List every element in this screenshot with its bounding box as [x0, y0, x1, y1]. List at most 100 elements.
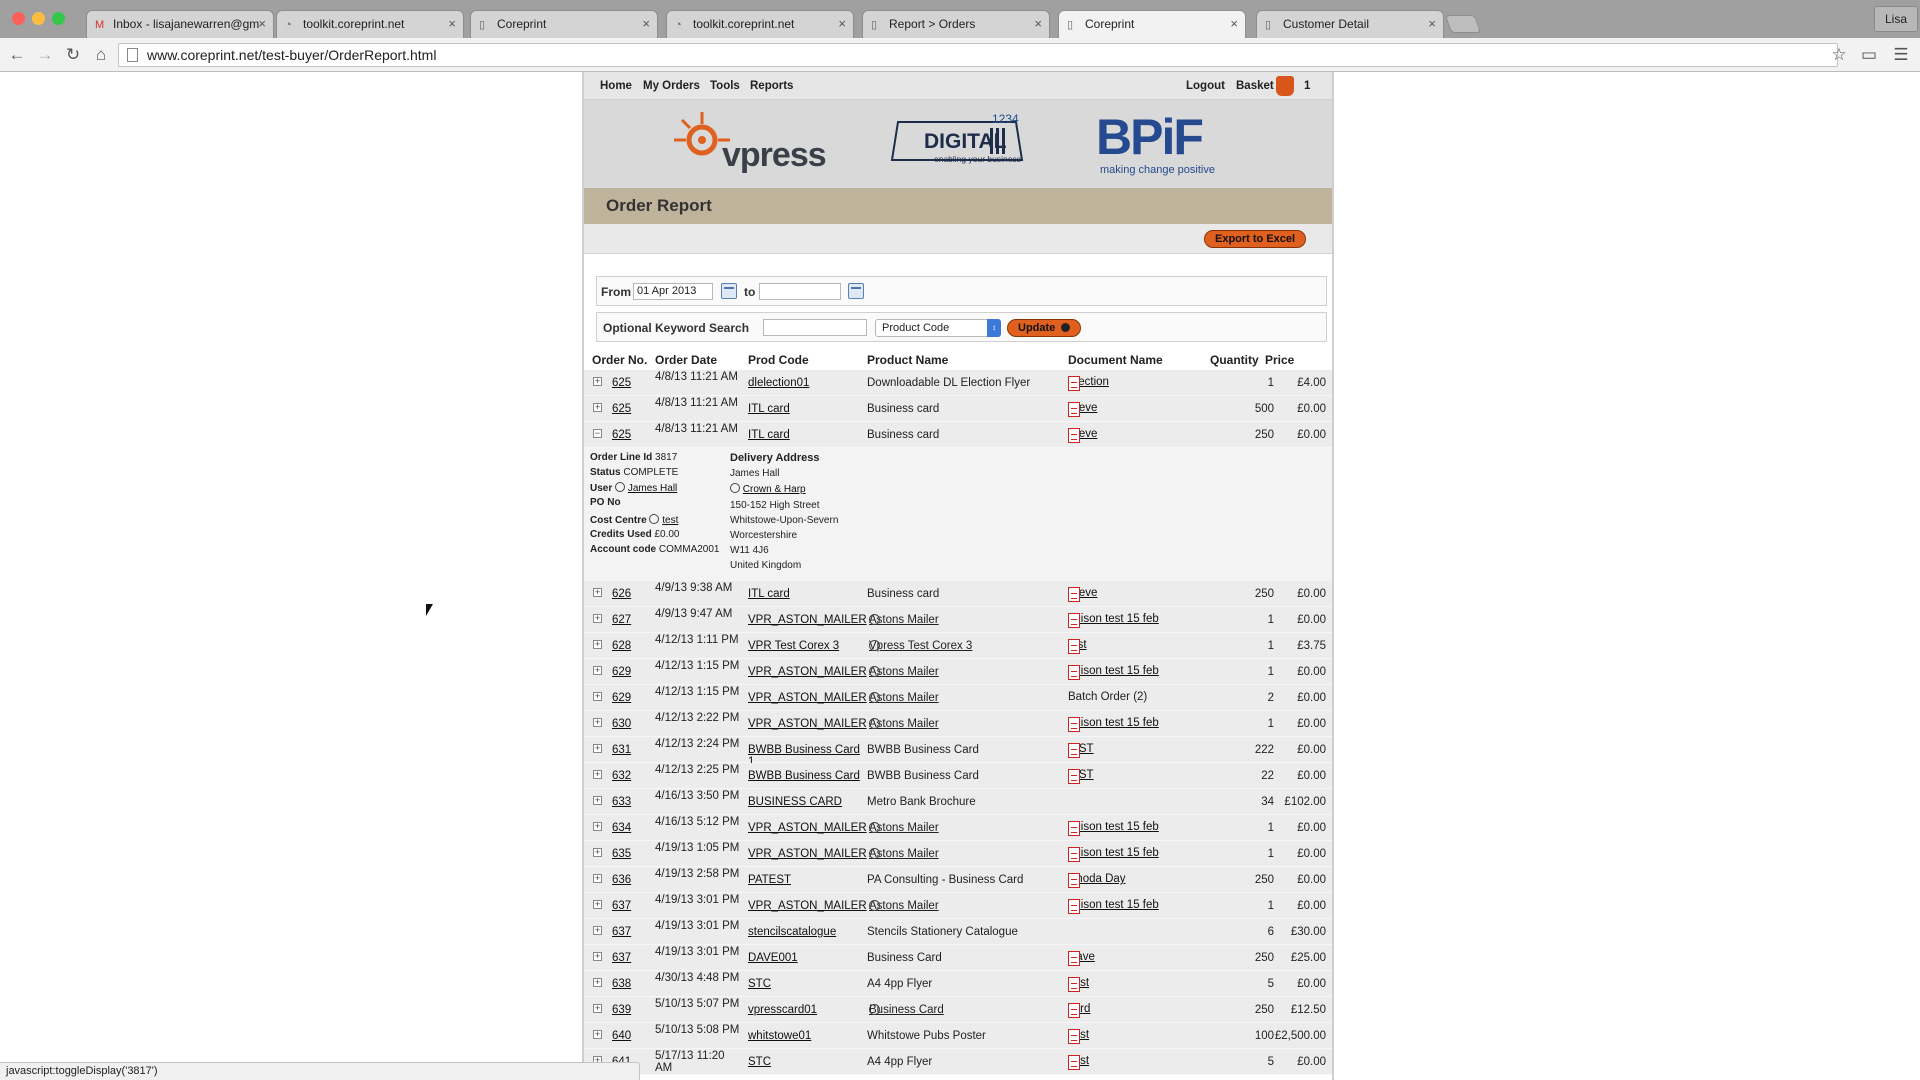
prod-code-link[interactable]: dlelection01 — [748, 377, 809, 389]
browser-tab[interactable]: M Inbox - lisajanewarren@gm × — [86, 10, 274, 38]
expand-icon[interactable]: + — [593, 978, 602, 987]
basket-icon[interactable] — [1276, 76, 1294, 96]
document-link[interactable]: Allison test 15 feb — [1068, 717, 1159, 729]
export-to-excel-button[interactable]: Export to Excel — [1204, 230, 1307, 248]
pdf-icon[interactable] — [1068, 376, 1080, 391]
pdf-icon[interactable] — [1068, 1055, 1080, 1070]
expand-icon[interactable]: + — [593, 666, 602, 675]
product-name[interactable]: Business Card — [869, 1004, 944, 1016]
collapse-icon[interactable]: − — [593, 429, 602, 438]
order-number-link[interactable]: 627 — [612, 614, 631, 626]
prod-code-link[interactable]: VPR Test Corex 3 — [748, 640, 839, 652]
pdf-icon[interactable] — [1068, 821, 1080, 836]
expand-icon[interactable]: + — [593, 822, 602, 831]
expand-icon[interactable]: + — [593, 718, 602, 727]
expand-icon[interactable]: + — [593, 926, 602, 935]
expand-icon[interactable]: + — [593, 848, 602, 857]
document-link[interactable]: Allison test 15 feb — [1068, 821, 1159, 833]
prod-code-link[interactable]: STC — [748, 1056, 771, 1068]
pdf-icon[interactable] — [1068, 639, 1080, 654]
search-field-select[interactable]: Product Code ↕ — [875, 319, 1001, 337]
pdf-icon[interactable] — [1068, 769, 1080, 784]
expand-icon[interactable]: + — [593, 640, 602, 649]
prod-code-link[interactable]: VPR_ASTON_MAILER — [748, 718, 867, 730]
expand-icon[interactable]: + — [593, 692, 602, 701]
order-number-link[interactable]: 629 — [612, 666, 631, 678]
document-link[interactable]: Allison test 15 feb — [1068, 899, 1159, 911]
update-button[interactable]: Update — [1007, 319, 1082, 337]
close-tab-icon[interactable]: × — [1428, 16, 1436, 31]
home-icon[interactable]: ⌂ — [90, 44, 112, 66]
document-link[interactable]: Allison test 15 feb — [1068, 847, 1159, 859]
to-calendar-icon[interactable] — [848, 283, 864, 299]
browser-tab[interactable]: ▯ Coreprint × — [470, 10, 658, 38]
order-number-link[interactable]: 633 — [612, 796, 631, 808]
nav-reports[interactable]: Reports — [750, 80, 793, 92]
prod-code-link[interactable]: ITL card — [748, 588, 790, 600]
expand-icon[interactable]: + — [593, 900, 602, 909]
expand-icon[interactable]: + — [593, 952, 602, 961]
close-tab-icon[interactable]: × — [448, 16, 456, 31]
pdf-icon[interactable] — [1068, 1029, 1080, 1044]
document-link[interactable]: Allison test 15 feb — [1068, 613, 1159, 625]
pdf-icon[interactable] — [1068, 665, 1080, 680]
order-number-link[interactable]: 637 — [612, 900, 631, 912]
order-number-link[interactable]: 629 — [612, 692, 631, 704]
to-date-input[interactable] — [759, 283, 841, 300]
maximize-window-button[interactable] — [52, 12, 65, 25]
order-number-link[interactable]: 632 — [612, 770, 631, 782]
order-number-link[interactable]: 639 — [612, 1004, 631, 1016]
browser-tab[interactable]: ◔ toolkit.coreprint.net × — [666, 10, 854, 38]
order-number-link[interactable]: 625 — [612, 429, 631, 441]
pdf-icon[interactable] — [1068, 1003, 1080, 1018]
reload-icon[interactable]: ↻ — [62, 44, 84, 66]
prod-code-link[interactable]: ITL card — [748, 429, 790, 441]
cast-icon[interactable]: ▭ — [1858, 44, 1880, 66]
close-window-button[interactable] — [12, 12, 25, 25]
expand-icon[interactable]: + — [593, 744, 602, 753]
expand-icon[interactable]: + — [593, 614, 602, 623]
pdf-icon[interactable] — [1068, 977, 1080, 992]
prod-code-link[interactable]: VPR_ASTON_MAILER — [748, 822, 867, 834]
prod-code-link[interactable]: ITL card — [748, 403, 790, 415]
expand-icon[interactable]: + — [593, 403, 602, 412]
address-bar[interactable]: www.coreprint.net/test-buyer/OrderReport… — [118, 43, 1838, 67]
expand-icon[interactable]: + — [593, 874, 602, 883]
prod-code-link[interactable]: whitstowe01 — [748, 1030, 811, 1042]
order-number-link[interactable]: 640 — [612, 1030, 631, 1042]
pdf-icon[interactable] — [1068, 428, 1080, 443]
product-name[interactable]: Astons Mailer — [869, 614, 939, 626]
pdf-icon[interactable] — [1068, 951, 1080, 966]
nav-tools[interactable]: Tools — [710, 80, 740, 92]
cost-centre-link[interactable]: test — [662, 515, 678, 526]
expand-icon[interactable]: + — [593, 770, 602, 779]
prod-code-link[interactable]: VPR_ASTON_MAILER — [748, 666, 867, 678]
nav-logout[interactable]: Logout — [1186, 80, 1225, 92]
pdf-icon[interactable] — [1068, 899, 1080, 914]
order-number-link[interactable]: 625 — [612, 403, 631, 415]
pdf-icon[interactable] — [1068, 743, 1080, 758]
prod-code-link[interactable]: BUSINESS CARD — [748, 796, 842, 808]
order-number-link[interactable]: 631 — [612, 744, 631, 756]
from-calendar-icon[interactable] — [721, 283, 737, 299]
close-tab-icon[interactable]: × — [1230, 16, 1238, 31]
document-link[interactable]: Allison test 15 feb — [1068, 665, 1159, 677]
product-name[interactable]: Astons Mailer — [869, 718, 939, 730]
pdf-icon[interactable] — [1068, 587, 1080, 602]
menu-icon[interactable]: ☰ — [1890, 44, 1912, 66]
expand-icon[interactable]: + — [593, 1004, 602, 1013]
product-name[interactable]: Astons Mailer — [869, 900, 939, 912]
pdf-icon[interactable] — [1068, 717, 1080, 732]
prod-code-link[interactable]: VPR_ASTON_MAILER — [748, 614, 867, 626]
prod-code-link[interactable]: VPR_ASTON_MAILER — [748, 692, 867, 704]
close-tab-icon[interactable]: × — [642, 16, 650, 31]
nav-basket[interactable]: Basket — [1236, 80, 1274, 92]
prod-code-link[interactable]: DAVE001 — [748, 952, 798, 964]
order-number-link[interactable]: 635 — [612, 848, 631, 860]
new-tab-button[interactable] — [1444, 15, 1482, 33]
profile-button[interactable]: Lisa — [1873, 6, 1918, 32]
order-number-link[interactable]: 626 — [612, 588, 631, 600]
product-name[interactable]: Astons Mailer — [869, 666, 939, 678]
product-name[interactable]: Astons Mailer — [869, 848, 939, 860]
nav-my-orders[interactable]: My Orders — [643, 80, 700, 92]
